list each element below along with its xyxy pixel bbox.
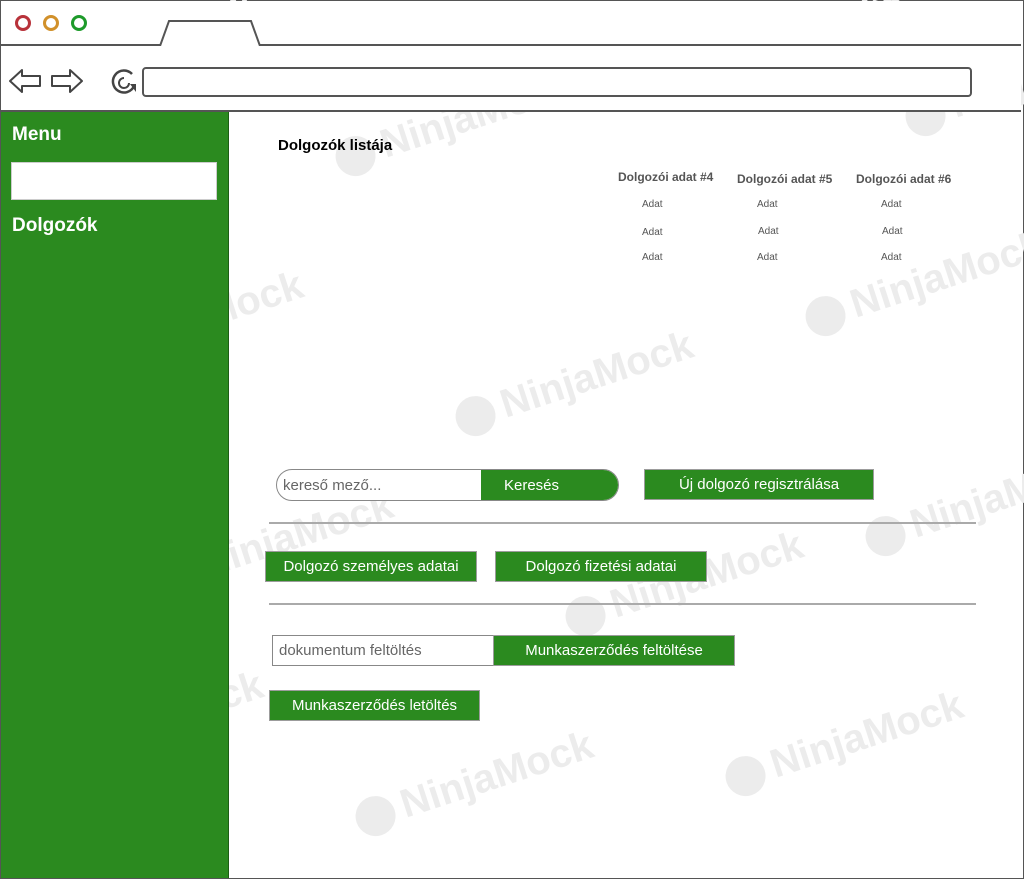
forward-arrow-icon[interactable] xyxy=(50,68,84,94)
payment-data-button[interactable]: Dolgozó fizetési adatai xyxy=(495,551,707,582)
search-input[interactable]: kereső mező... xyxy=(277,470,481,500)
table-cell: Adat xyxy=(642,227,663,238)
table-cell: Adat xyxy=(758,226,779,237)
browser-tab[interactable] xyxy=(159,20,261,46)
sidebar: Menu Dolgozók xyxy=(1,112,229,878)
contract-upload-button[interactable]: Munkaszerződés feltöltése xyxy=(493,635,735,666)
table-cell: Adat xyxy=(642,252,663,263)
table-cell: Adat xyxy=(757,199,778,210)
document-upload-input[interactable]: dokumentum feltöltés xyxy=(272,635,494,666)
sidebar-item-dolgozok[interactable]: Dolgozók xyxy=(12,215,98,237)
search-bar: kereső mező... Keresés xyxy=(276,469,619,501)
reload-icon[interactable] xyxy=(108,66,140,98)
personal-data-button[interactable]: Dolgozó személyes adatai xyxy=(265,551,477,582)
close-window-icon[interactable] xyxy=(15,15,31,31)
navigation-bar xyxy=(1,46,1021,112)
minimize-window-icon[interactable] xyxy=(43,15,59,31)
search-button[interactable]: Keresés xyxy=(481,470,618,500)
sidebar-title: Menu xyxy=(12,124,62,145)
url-bar[interactable] xyxy=(142,67,972,97)
back-arrow-icon[interactable] xyxy=(8,68,42,94)
divider xyxy=(269,603,976,605)
table-cell: Adat xyxy=(881,252,902,263)
table-cell: Adat xyxy=(642,199,663,210)
new-employee-button[interactable]: Új dolgozó regisztrálása xyxy=(644,469,874,500)
page-title: Dolgozók listája xyxy=(278,137,393,154)
title-bar xyxy=(1,1,1021,46)
table-cell: Adat xyxy=(757,252,778,263)
column-header: Dolgozói adat #4 xyxy=(618,170,714,184)
sidebar-search-input[interactable] xyxy=(11,162,217,200)
contract-download-button[interactable]: Munkaszerződés letöltés xyxy=(269,690,480,721)
table-cell: Adat xyxy=(882,226,903,237)
column-header: Dolgozói adat #5 xyxy=(737,172,833,186)
divider xyxy=(269,522,976,524)
table-cell: Adat xyxy=(881,199,902,210)
column-header: Dolgozói adat #6 xyxy=(856,172,952,186)
maximize-window-icon[interactable] xyxy=(71,15,87,31)
